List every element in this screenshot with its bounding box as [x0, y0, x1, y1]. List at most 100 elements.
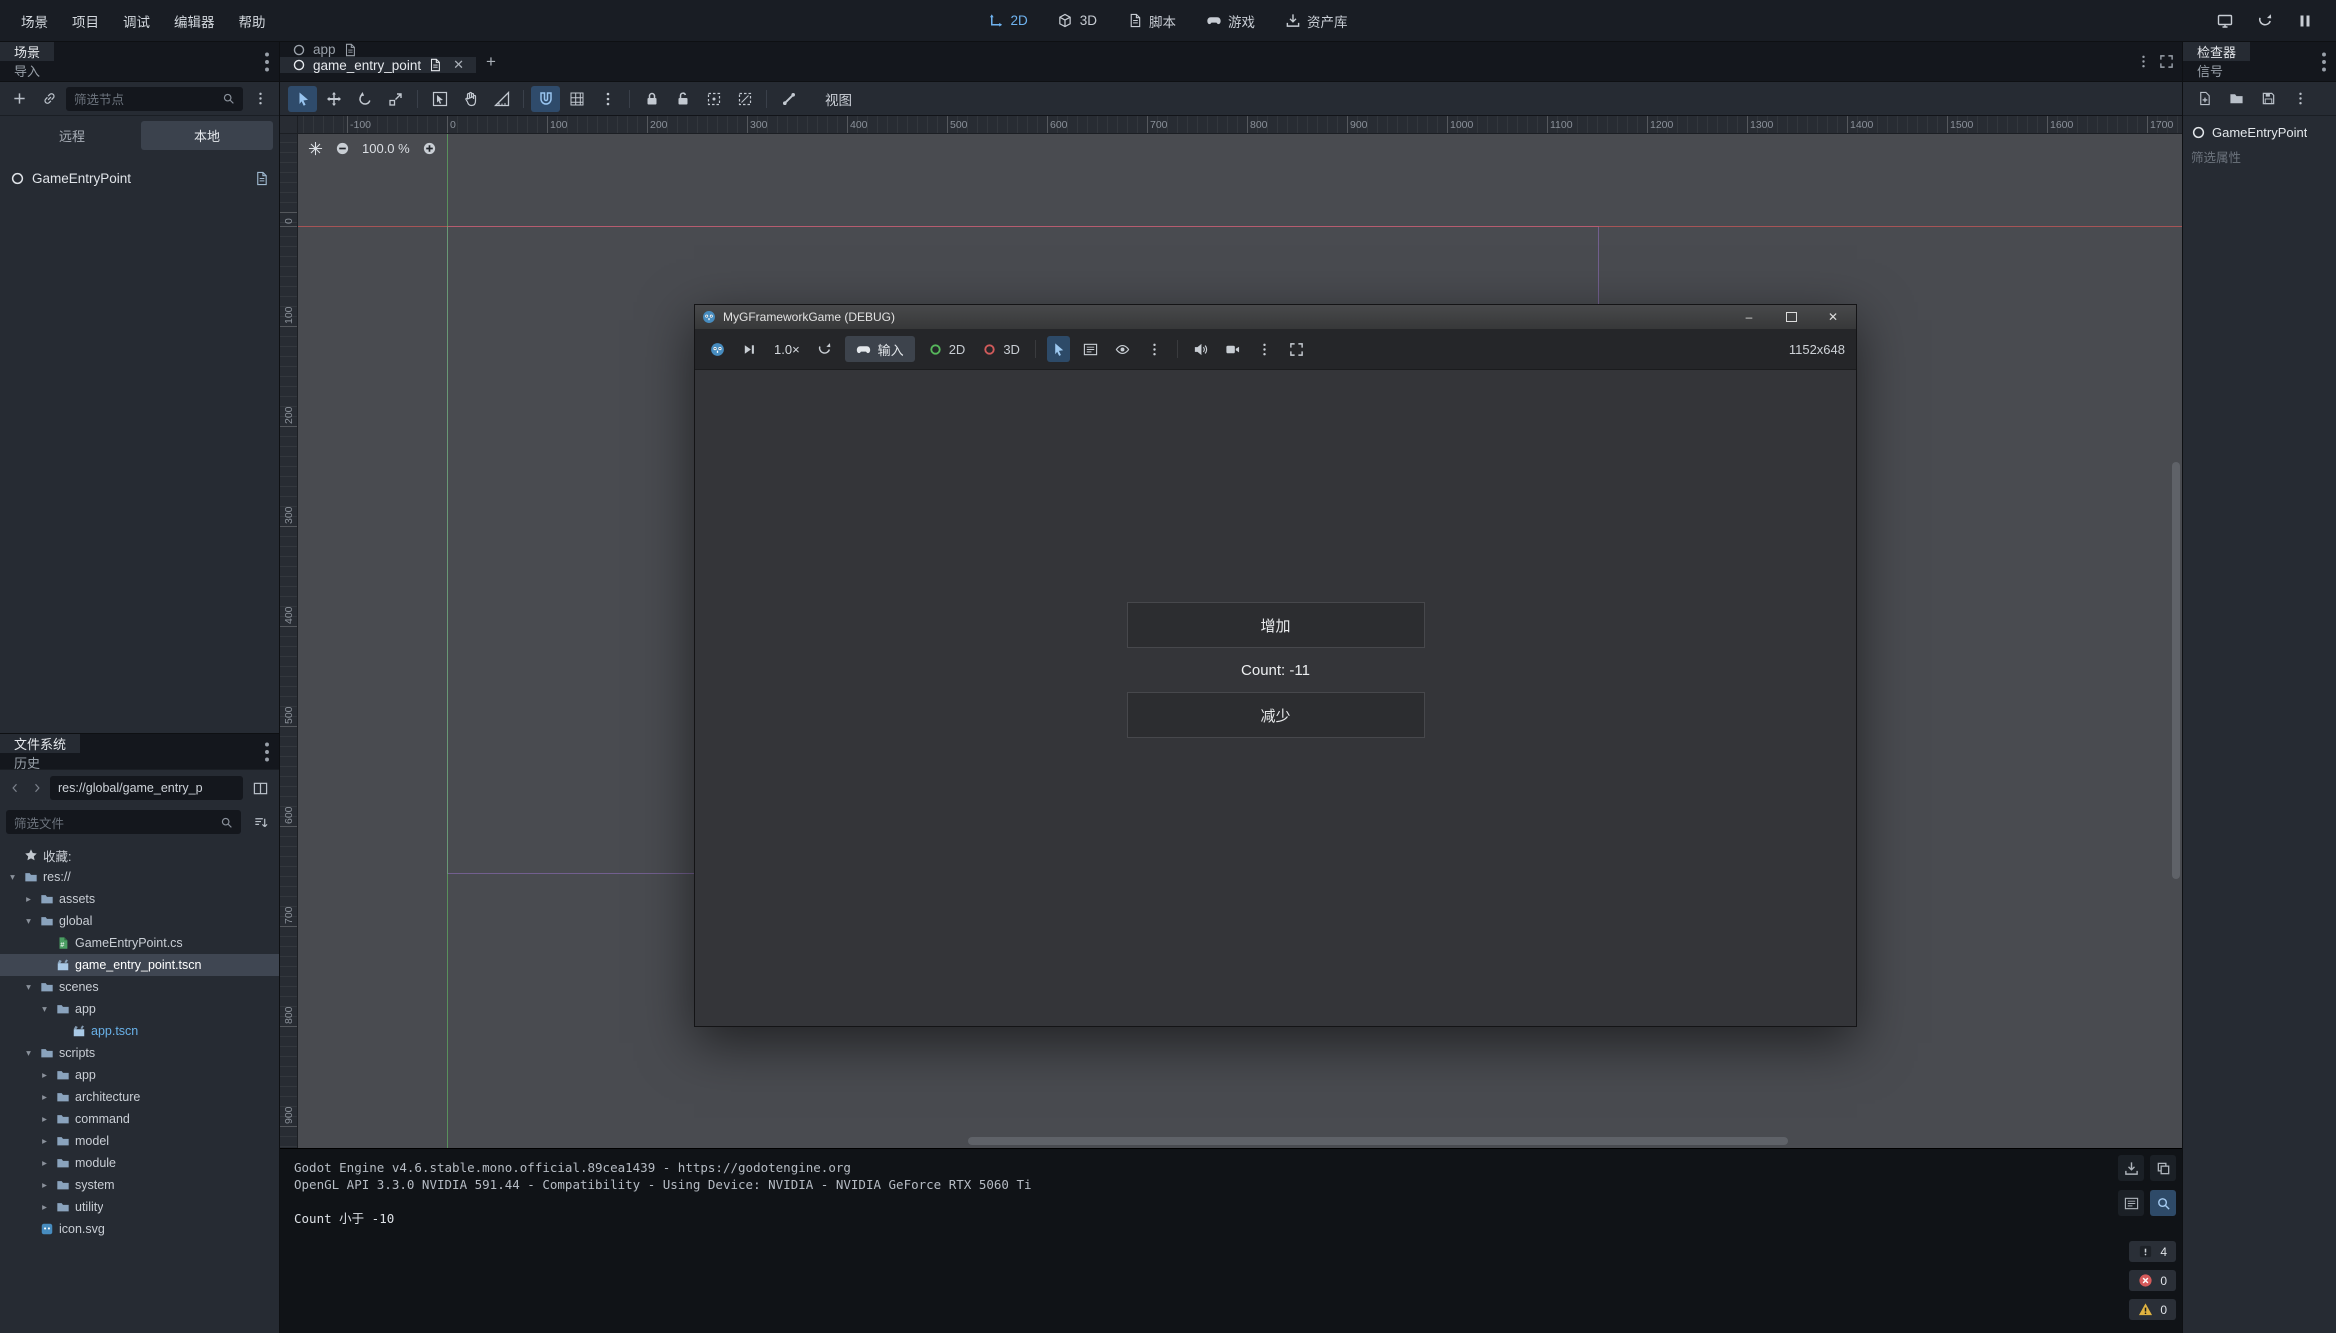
search-log-button[interactable]: [2150, 1190, 2176, 1216]
remote-window-button[interactable]: [2210, 7, 2240, 35]
toggle-split-mode-button[interactable]: [247, 775, 273, 801]
file-global[interactable]: ▾global: [0, 910, 279, 932]
file-model[interactable]: ▸model: [0, 1130, 279, 1152]
zoom-out-button[interactable]: [335, 141, 350, 156]
chevron-right-icon[interactable]: ▸: [38, 1092, 51, 1103]
restart-game[interactable]: [813, 336, 836, 362]
chevron-right-icon[interactable]: ▸: [38, 1158, 51, 1169]
close-tab-icon[interactable]: ✕: [453, 57, 464, 73]
file-architecture[interactable]: ▸architecture: [0, 1086, 279, 1108]
file-app[interactable]: ▸app: [0, 1064, 279, 1086]
menu-item[interactable]: 项目: [61, 6, 110, 36]
unlock-selected[interactable]: [668, 86, 697, 112]
forward-button[interactable]: [28, 776, 46, 800]
rotate-tool[interactable]: [350, 86, 379, 112]
visibility-toggle[interactable]: [1111, 336, 1134, 362]
zoom-level[interactable]: 100.0 %: [362, 141, 410, 156]
menu-item[interactable]: 调试: [112, 6, 161, 36]
move-tool[interactable]: [319, 86, 348, 112]
back-button[interactable]: [6, 776, 24, 800]
select-tool[interactable]: [288, 86, 317, 112]
file-system[interactable]: ▸system: [0, 1174, 279, 1196]
scale-tool[interactable]: [381, 86, 410, 112]
file-icon-svg[interactable]: icon.svg: [0, 1218, 279, 1240]
scene-tabs-menu-icon[interactable]: [2136, 54, 2151, 69]
chevron-right-icon[interactable]: ▸: [38, 1070, 51, 1081]
scene-tab-game-entry-point[interactable]: game_entry_point✕: [280, 57, 476, 73]
local-button[interactable]: 本地: [141, 121, 273, 150]
scene-node-gameentrypoint[interactable]: GameEntryPoint: [0, 164, 279, 192]
left-dock-menu-icon[interactable]: [255, 42, 279, 81]
remote-button[interactable]: 远程: [6, 121, 138, 150]
add-node-button[interactable]: [6, 86, 32, 112]
file-utility[interactable]: ▸utility: [0, 1196, 279, 1218]
dock-tab-item[interactable]: 场景: [0, 42, 54, 61]
minimize-button[interactable]: –: [1728, 305, 1770, 329]
file-command[interactable]: ▸command: [0, 1108, 279, 1130]
file-app[interactable]: ▾app: [0, 998, 279, 1020]
lock-selected[interactable]: [637, 86, 666, 112]
next-frame[interactable]: [738, 336, 761, 362]
file-scenes[interactable]: ▾scenes: [0, 976, 279, 998]
zoom-in-button[interactable]: [422, 141, 437, 156]
snowflake-icon[interactable]: [308, 141, 323, 156]
scene-tree-menu-button[interactable]: [247, 86, 273, 112]
new-scene-tab-button[interactable]: +: [476, 42, 506, 81]
vertical-scrollbar[interactable]: [2172, 462, 2180, 879]
menu-item[interactable]: 编辑器: [163, 6, 226, 36]
messages-badge[interactable]: 4: [2129, 1241, 2176, 1262]
workspace-item[interactable]: 游戏: [1195, 6, 1266, 36]
view-menu-button[interactable]: 视图: [815, 85, 862, 113]
debug-options-menu[interactable]: [1143, 336, 1166, 362]
input-mode-toggle[interactable]: 输入: [845, 336, 915, 362]
file-res[interactable]: ▾res://: [0, 866, 279, 888]
inspector-tab-item[interactable]: 检查器: [2183, 42, 2250, 61]
workspace-item[interactable]: 脚本: [1116, 6, 1187, 36]
audio-mute-toggle[interactable]: [1189, 336, 1212, 362]
group-selected[interactable]: [699, 86, 728, 112]
camera-options-menu[interactable]: [1253, 336, 1276, 362]
inspected-node[interactable]: GameEntryPoint: [2183, 116, 2336, 143]
save-resource-button[interactable]: [2255, 86, 2281, 112]
expand-viewport-icon[interactable]: [2159, 54, 2174, 69]
speed-select[interactable]: 1.0×: [770, 342, 804, 357]
chevron-down-icon[interactable]: ▾: [22, 982, 35, 993]
scene-tab-app[interactable]: app: [280, 42, 476, 57]
workspace-2d[interactable]: 2D: [977, 8, 1038, 33]
file-assets[interactable]: ▸assets: [0, 888, 279, 910]
embed-fullscreen[interactable]: [1285, 336, 1308, 362]
property-filter-input[interactable]: 筛选属性: [2191, 147, 2328, 166]
debug-2d-toggle[interactable]: 2D: [924, 336, 970, 362]
collapse-messages-button[interactable]: [2118, 1190, 2144, 1216]
ungroup-selected[interactable]: [730, 86, 759, 112]
debug-3d-toggle[interactable]: 3D: [978, 336, 1024, 362]
pause-project-button[interactable]: [2290, 7, 2320, 35]
increase-button[interactable]: 增加: [1127, 602, 1425, 648]
fs-tab-item[interactable]: 文件系统: [0, 734, 80, 753]
decrease-button[interactable]: 减少: [1127, 692, 1425, 738]
chevron-right-icon[interactable]: ▸: [22, 894, 35, 905]
menu-item[interactable]: 场景: [10, 6, 59, 36]
list-select-tool[interactable]: [425, 86, 454, 112]
horizontal-scrollbar[interactable]: [968, 1137, 1788, 1145]
path-input[interactable]: res://global/game_entry_p: [50, 776, 243, 800]
restart-project-button[interactable]: [2250, 7, 2280, 35]
pan-tool[interactable]: [456, 86, 485, 112]
menu-item[interactable]: 帮助: [228, 6, 277, 36]
node-filter-input[interactable]: 筛选节点: [66, 87, 243, 111]
camera-override[interactable]: [1221, 336, 1244, 362]
selection-list[interactable]: [1079, 336, 1102, 362]
chevron-right-icon[interactable]: ▸: [38, 1114, 51, 1125]
close-button[interactable]: ✕: [1812, 305, 1854, 329]
load-resource-button[interactable]: [2223, 86, 2249, 112]
debug-session[interactable]: [706, 336, 729, 362]
dock-tab-item[interactable]: 导入: [0, 61, 54, 80]
smart-snap-toggle[interactable]: [531, 86, 560, 112]
chevron-right-icon[interactable]: ▸: [38, 1180, 51, 1191]
inspector-tab-item[interactable]: 信号: [2183, 61, 2250, 80]
file-module[interactable]: ▸module: [0, 1152, 279, 1174]
grid-snap-toggle[interactable]: [562, 86, 591, 112]
file-gameentrypoint-cs[interactable]: #GameEntryPoint.cs: [0, 932, 279, 954]
chevron-down-icon[interactable]: ▾: [22, 916, 35, 927]
file-scripts[interactable]: ▾scripts: [0, 1042, 279, 1064]
